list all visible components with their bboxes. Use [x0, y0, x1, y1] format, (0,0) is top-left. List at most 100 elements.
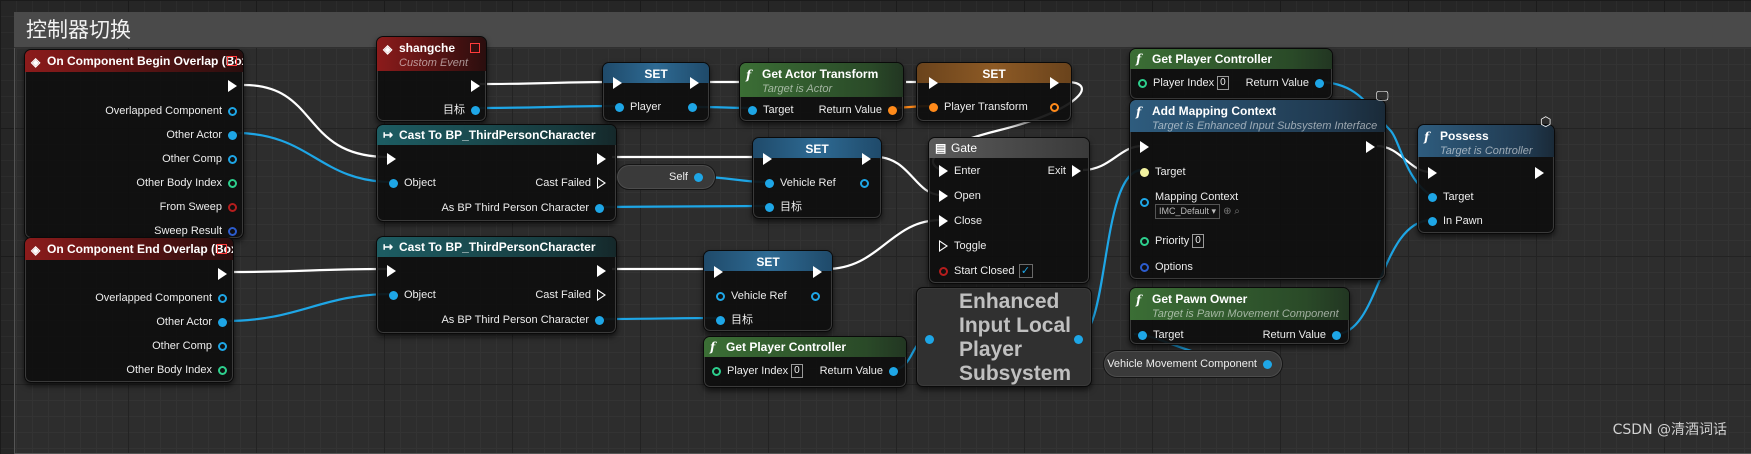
- exec-out-pin[interactable]: [597, 264, 606, 278]
- exec-in-pin[interactable]: [714, 265, 723, 279]
- pin-return-value[interactable]: Return Value: [820, 364, 898, 378]
- pin-target[interactable]: 目标: [716, 313, 753, 327]
- node-get-player-controller-bottom[interactable]: f Get Player Controller Player Index 0 Re…: [703, 336, 907, 388]
- pin-target[interactable]: Target: [748, 103, 794, 117]
- pin-start-closed[interactable]: Start Closed ✓: [939, 264, 1033, 279]
- pin-mapping-context[interactable]: Mapping Context IMC_Default ▾ ⊕ ⌕: [1140, 190, 1240, 219]
- exec-out-pin[interactable]: [471, 79, 480, 93]
- node-set-player[interactable]: SET Player: [602, 62, 710, 122]
- pin-target[interactable]: 目标: [443, 103, 480, 117]
- pin-exit[interactable]: Exit: [1048, 164, 1081, 178]
- exec-out-pin[interactable]: [1050, 76, 1059, 90]
- node-cast-third-person-1[interactable]: ↦ Cast To BP_ThirdPersonCharacter Object…: [376, 124, 617, 222]
- pin-player-index[interactable]: Player Index 0: [1138, 76, 1229, 91]
- exec-in-pin[interactable]: [1428, 166, 1437, 180]
- node-subtitle: Target is Enhanced Input Subsystem Inter…: [1152, 120, 1378, 132]
- pin-open[interactable]: Open: [939, 189, 981, 203]
- node-end-overlap[interactable]: ◈ On Component End Overlap (Box) Overlap…: [24, 237, 234, 383]
- node-set-vehicle-ref-2[interactable]: SET Vehicle Ref 目标: [703, 250, 833, 332]
- node-shangche-event[interactable]: ◈ shangche Custom Event 目标: [376, 36, 487, 122]
- pin-target[interactable]: 目标: [765, 200, 802, 214]
- pin-vehicle-ref[interactable]: Vehicle Ref: [765, 176, 836, 190]
- comment-title[interactable]: 控制器切换: [14, 12, 1751, 48]
- pin-as-third-person[interactable]: As BP Third Person Character: [441, 313, 604, 327]
- pin-other-comp[interactable]: Other Comp: [162, 152, 237, 166]
- exec-in-pin[interactable]: [387, 264, 396, 278]
- pin-player-controller-in[interactable]: [925, 332, 934, 346]
- pin-player-transform-out[interactable]: [1050, 100, 1059, 114]
- pin-from-sweep[interactable]: From Sweep: [160, 200, 237, 214]
- pin-self[interactable]: Self: [669, 170, 703, 184]
- pin-other-comp[interactable]: Other Comp: [152, 339, 227, 353]
- pin-player[interactable]: Player: [615, 100, 661, 114]
- pin-return-value[interactable]: Return Value: [1246, 76, 1324, 90]
- node-begin-overlap[interactable]: ◈ On Component Begin Overlap (Box) Overl…: [24, 49, 244, 239]
- node-get-pawn-owner[interactable]: f Get Pawn Owner Target is Pawn Movement…: [1129, 287, 1350, 345]
- pin-target[interactable]: Target: [1428, 190, 1474, 204]
- pin-close[interactable]: Close: [939, 214, 982, 228]
- pin-cast-failed[interactable]: Cast Failed: [535, 288, 606, 302]
- exec-in-pin[interactable]: [1140, 140, 1149, 154]
- pin-player-transform[interactable]: Player Transform: [929, 100, 1028, 114]
- pin-overlapped-component[interactable]: Overlapped Component: [95, 291, 227, 305]
- exec-out-pin[interactable]: [862, 152, 871, 166]
- pin-target[interactable]: Target: [1138, 328, 1184, 342]
- pin-other-actor[interactable]: Other Actor: [156, 315, 227, 329]
- pin-return-value[interactable]: Return Value: [1263, 328, 1341, 342]
- node-vehicle-movement-component[interactable]: Vehicle Movement Component: [1103, 350, 1283, 378]
- node-add-mapping-context[interactable]: f Add Mapping Context Target is Enhanced…: [1129, 99, 1386, 280]
- node-title: Add Mapping Context: [1152, 104, 1276, 118]
- pin-player-out[interactable]: [688, 100, 697, 114]
- pin-object[interactable]: Object: [389, 176, 436, 190]
- mapping-context-dropdown[interactable]: IMC_Default ▾: [1155, 204, 1221, 219]
- pin-as-third-person[interactable]: As BP Third Person Character: [441, 201, 604, 215]
- pin-object[interactable]: Object: [389, 288, 436, 302]
- node-set-vehicle-ref-1[interactable]: SET Vehicle Ref 目标: [752, 137, 882, 219]
- pin-other-body-index[interactable]: Other Body Index: [126, 363, 227, 377]
- node-gate[interactable]: ▤ Gate Enter Exit Open Close Toggle Star…: [928, 137, 1090, 284]
- pin-toggle[interactable]: Toggle: [939, 239, 986, 253]
- pin-other-actor[interactable]: Other Actor: [166, 128, 237, 142]
- pin-vehicle-ref[interactable]: Vehicle Ref: [716, 289, 787, 303]
- start-closed-checkbox[interactable]: ✓: [1018, 264, 1033, 279]
- exec-in-pin[interactable]: [387, 152, 396, 166]
- pin-target[interactable]: Target: [1140, 165, 1186, 179]
- pin-sweep-result[interactable]: Sweep Result: [154, 224, 237, 238]
- priority-field[interactable]: 0: [1192, 234, 1204, 249]
- node-enhanced-input-subsystem[interactable]: Enhanced Input Local Player Subsystem: [916, 287, 1092, 387]
- pin-overlapped-component[interactable]: Overlapped Component: [105, 104, 237, 118]
- pin-cast-failed[interactable]: Cast Failed: [535, 176, 606, 190]
- exec-out-pin[interactable]: [228, 79, 237, 93]
- player-index-field[interactable]: 0: [1217, 76, 1229, 91]
- exec-in-pin[interactable]: [613, 76, 622, 90]
- exec-out-pin[interactable]: [597, 152, 606, 166]
- browse-icon[interactable]: ⊕ ⌕: [1223, 206, 1240, 217]
- player-index-field[interactable]: 0: [791, 364, 803, 379]
- pin-vehicle-movement[interactable]: Vehicle Movement Component: [1107, 357, 1272, 371]
- pin-subsystem-out[interactable]: [1074, 332, 1083, 346]
- exec-out-pin[interactable]: [1535, 166, 1544, 180]
- node-self[interactable]: Self: [616, 164, 716, 190]
- function-f-icon: f: [1136, 52, 1142, 66]
- exec-in-pin[interactable]: [763, 152, 772, 166]
- pin-options[interactable]: Options: [1140, 260, 1193, 274]
- exec-out-pin[interactable]: [813, 265, 822, 279]
- pin-player-index[interactable]: Player Index 0: [712, 364, 803, 379]
- pin-vehicle-ref-out[interactable]: [811, 289, 820, 303]
- pin-other-body-index[interactable]: Other Body Index: [136, 176, 237, 190]
- node-get-actor-transform[interactable]: f Get Actor Transform Target is Actor Ta…: [739, 62, 904, 122]
- node-set-player-transform[interactable]: SET Player Transform: [916, 62, 1072, 122]
- pin-return-value[interactable]: Return Value: [819, 103, 897, 117]
- pin-vehicle-ref-out[interactable]: [860, 176, 869, 190]
- pin-in-pawn[interactable]: In Pawn: [1428, 214, 1483, 228]
- node-cast-third-person-2[interactable]: ↦ Cast To BP_ThirdPersonCharacter Object…: [376, 236, 617, 334]
- pin-enter[interactable]: Enter: [939, 164, 980, 178]
- exec-out-pin[interactable]: [690, 76, 699, 90]
- node-subtitle: Target is Actor: [762, 83, 833, 95]
- exec-out-pin[interactable]: [218, 267, 227, 281]
- exec-in-pin[interactable]: [929, 76, 938, 90]
- node-possess[interactable]: f Possess Target is Controller Target In…: [1417, 124, 1555, 234]
- node-get-player-controller-top[interactable]: f Get Player Controller Player Index 0 Re…: [1129, 48, 1333, 100]
- exec-out-pin[interactable]: [1366, 140, 1375, 154]
- pin-priority[interactable]: Priority 0: [1140, 234, 1204, 249]
